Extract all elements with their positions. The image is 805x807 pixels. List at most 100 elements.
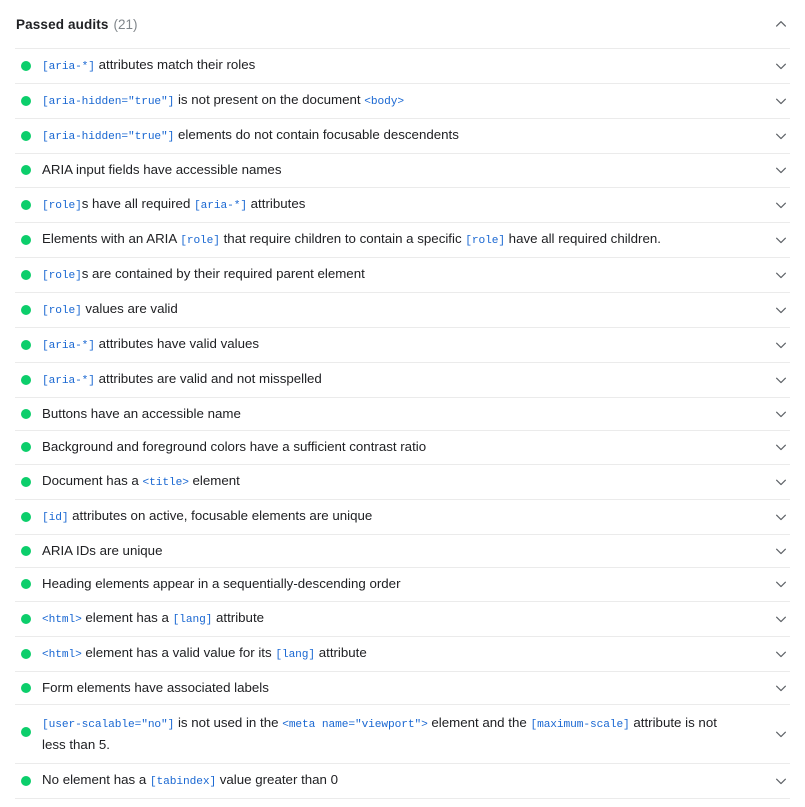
audit-row[interactable]: [aria-*] attributes match their roles [15, 48, 790, 83]
audit-text-fragment: s have all required [82, 196, 194, 211]
audit-title: ARIA IDs are unique [42, 541, 162, 561]
inline-code: [aria-hidden="true"] [42, 131, 174, 143]
chevron-down-icon[interactable] [772, 772, 790, 790]
passed-audits-header[interactable]: Passed audits (21) [0, 0, 805, 48]
chevron-up-icon[interactable] [771, 14, 791, 34]
chevron-down-icon[interactable] [772, 371, 790, 389]
audit-title: [user-scalable="no"] is not used in the … [42, 713, 742, 755]
passed-audits-panel: Passed audits (21) [aria-*] attributes m… [0, 0, 805, 799]
audit-row[interactable]: [aria-*] attributes have valid values [15, 327, 790, 362]
audit-row[interactable]: <html> element has a [lang] attribute [15, 601, 790, 636]
audit-row-content: [id] attributes on active, focusable ele… [15, 500, 790, 534]
audit-text-fragment: elements do not contain focusable descen… [174, 127, 459, 142]
audit-row[interactable]: [user-scalable="no"] is not used in the … [15, 704, 790, 763]
audit-title: [aria-hidden="true"] is not present on t… [42, 90, 404, 112]
inline-code: <meta name="viewport"> [282, 719, 428, 731]
audit-text-fragment: Form elements have associated labels [42, 680, 269, 695]
chevron-down-icon[interactable] [772, 725, 790, 743]
inline-code: <body> [364, 96, 404, 108]
chevron-down-icon[interactable] [772, 575, 790, 593]
audit-text-fragment: attributes have valid values [95, 336, 259, 351]
status-pass-icon [21, 200, 31, 210]
audit-title: <html> element has a valid value for its… [42, 643, 367, 665]
chevron-down-icon[interactable] [772, 508, 790, 526]
audit-row[interactable]: [role] values are valid [15, 292, 790, 327]
inline-code: [lang] [275, 649, 315, 661]
status-pass-icon [21, 61, 31, 71]
audit-row[interactable]: [role]s have all required [aria-*] attri… [15, 187, 790, 222]
chevron-down-icon[interactable] [772, 438, 790, 456]
status-pass-icon [21, 270, 31, 280]
audit-row[interactable]: [role]s are contained by their required … [15, 257, 790, 292]
audit-row[interactable]: [aria-hidden="true"] is not present on t… [15, 83, 790, 118]
chevron-down-icon[interactable] [772, 231, 790, 249]
audit-title: [aria-hidden="true"] elements do not con… [42, 125, 459, 147]
audit-text-fragment: attributes on active, focusable elements… [68, 508, 372, 523]
inline-code: <html> [42, 614, 82, 626]
chevron-down-icon[interactable] [772, 679, 790, 697]
audit-row[interactable]: Document has a <title> element [15, 464, 790, 499]
chevron-down-icon[interactable] [772, 196, 790, 214]
chevron-down-icon[interactable] [772, 542, 790, 560]
audit-row[interactable]: [aria-hidden="true"] elements do not con… [15, 118, 790, 153]
audit-title: [role]s are contained by their required … [42, 264, 365, 286]
inline-code: [aria-*] [194, 200, 247, 212]
audit-text-fragment: Heading elements appear in a sequentiall… [42, 576, 401, 591]
inline-code: [role] [180, 235, 220, 247]
audit-row[interactable]: ARIA IDs are unique [15, 534, 790, 568]
audit-title: Heading elements appear in a sequentiall… [42, 574, 401, 594]
status-pass-icon [21, 614, 31, 624]
chevron-down-icon[interactable] [772, 473, 790, 491]
audit-row-content: [role]s are contained by their required … [15, 258, 790, 292]
audit-row-content: Background and foreground colors have a … [15, 431, 790, 463]
audit-row[interactable]: Heading elements appear in a sequentiall… [15, 567, 790, 601]
audit-text-fragment: is not used in the [174, 715, 282, 730]
audit-row-content: [aria-*] attributes are valid and not mi… [15, 363, 790, 397]
audit-row-content: ARIA input fields have accessible names [15, 154, 790, 186]
audit-text-fragment: ARIA input fields have accessible names [42, 162, 281, 177]
audit-row[interactable]: Background and foreground colors have a … [15, 430, 790, 464]
audit-row[interactable]: ARIA input fields have accessible names [15, 153, 790, 187]
audit-row[interactable]: [aria-*] attributes are valid and not mi… [15, 362, 790, 397]
audit-row[interactable]: Buttons have an accessible name [15, 397, 790, 431]
status-pass-icon [21, 442, 31, 452]
status-pass-icon [21, 131, 31, 141]
status-pass-icon [21, 512, 31, 522]
audit-text-fragment: that require children to contain a speci… [220, 231, 465, 246]
inline-code: [tabindex] [150, 776, 216, 788]
audit-row[interactable]: [id] attributes on active, focusable ele… [15, 499, 790, 534]
chevron-down-icon[interactable] [772, 161, 790, 179]
audit-text-fragment: attributes match their roles [95, 57, 255, 72]
chevron-down-icon[interactable] [772, 57, 790, 75]
audit-title: Buttons have an accessible name [42, 404, 241, 424]
status-pass-icon [21, 235, 31, 245]
audit-text-fragment: value greater than 0 [216, 772, 338, 787]
chevron-down-icon[interactable] [772, 301, 790, 319]
chevron-down-icon[interactable] [772, 92, 790, 110]
inline-code: [role] [42, 305, 82, 317]
inline-code: <title> [143, 477, 189, 489]
status-pass-icon [21, 477, 31, 487]
audit-text-fragment: No element has a [42, 772, 150, 787]
chevron-down-icon[interactable] [772, 127, 790, 145]
audit-text-fragment: values are valid [82, 301, 178, 316]
audit-text-fragment: attributes are valid and not misspelled [95, 371, 322, 386]
chevron-down-icon[interactable] [772, 610, 790, 628]
status-pass-icon [21, 340, 31, 350]
status-pass-icon [21, 727, 31, 737]
passed-audits-count: (21) [114, 17, 138, 32]
inline-code: [aria-hidden="true"] [42, 96, 174, 108]
inline-code: [aria-*] [42, 340, 95, 352]
inline-code: [maximum-scale] [530, 719, 629, 731]
audit-text-fragment: is not present on the document [174, 92, 364, 107]
status-pass-icon [21, 305, 31, 315]
audit-row[interactable]: Elements with an ARIA [role] that requir… [15, 222, 790, 257]
audit-row[interactable]: <html> element has a valid value for its… [15, 636, 790, 671]
audit-row[interactable]: No element has a [tabindex] value greate… [15, 763, 790, 799]
chevron-down-icon[interactable] [772, 336, 790, 354]
audit-row-content: <html> element has a [lang] attribute [15, 602, 790, 636]
audit-row[interactable]: Form elements have associated labels [15, 671, 790, 705]
chevron-down-icon[interactable] [772, 266, 790, 284]
chevron-down-icon[interactable] [772, 645, 790, 663]
chevron-down-icon[interactable] [772, 405, 790, 423]
